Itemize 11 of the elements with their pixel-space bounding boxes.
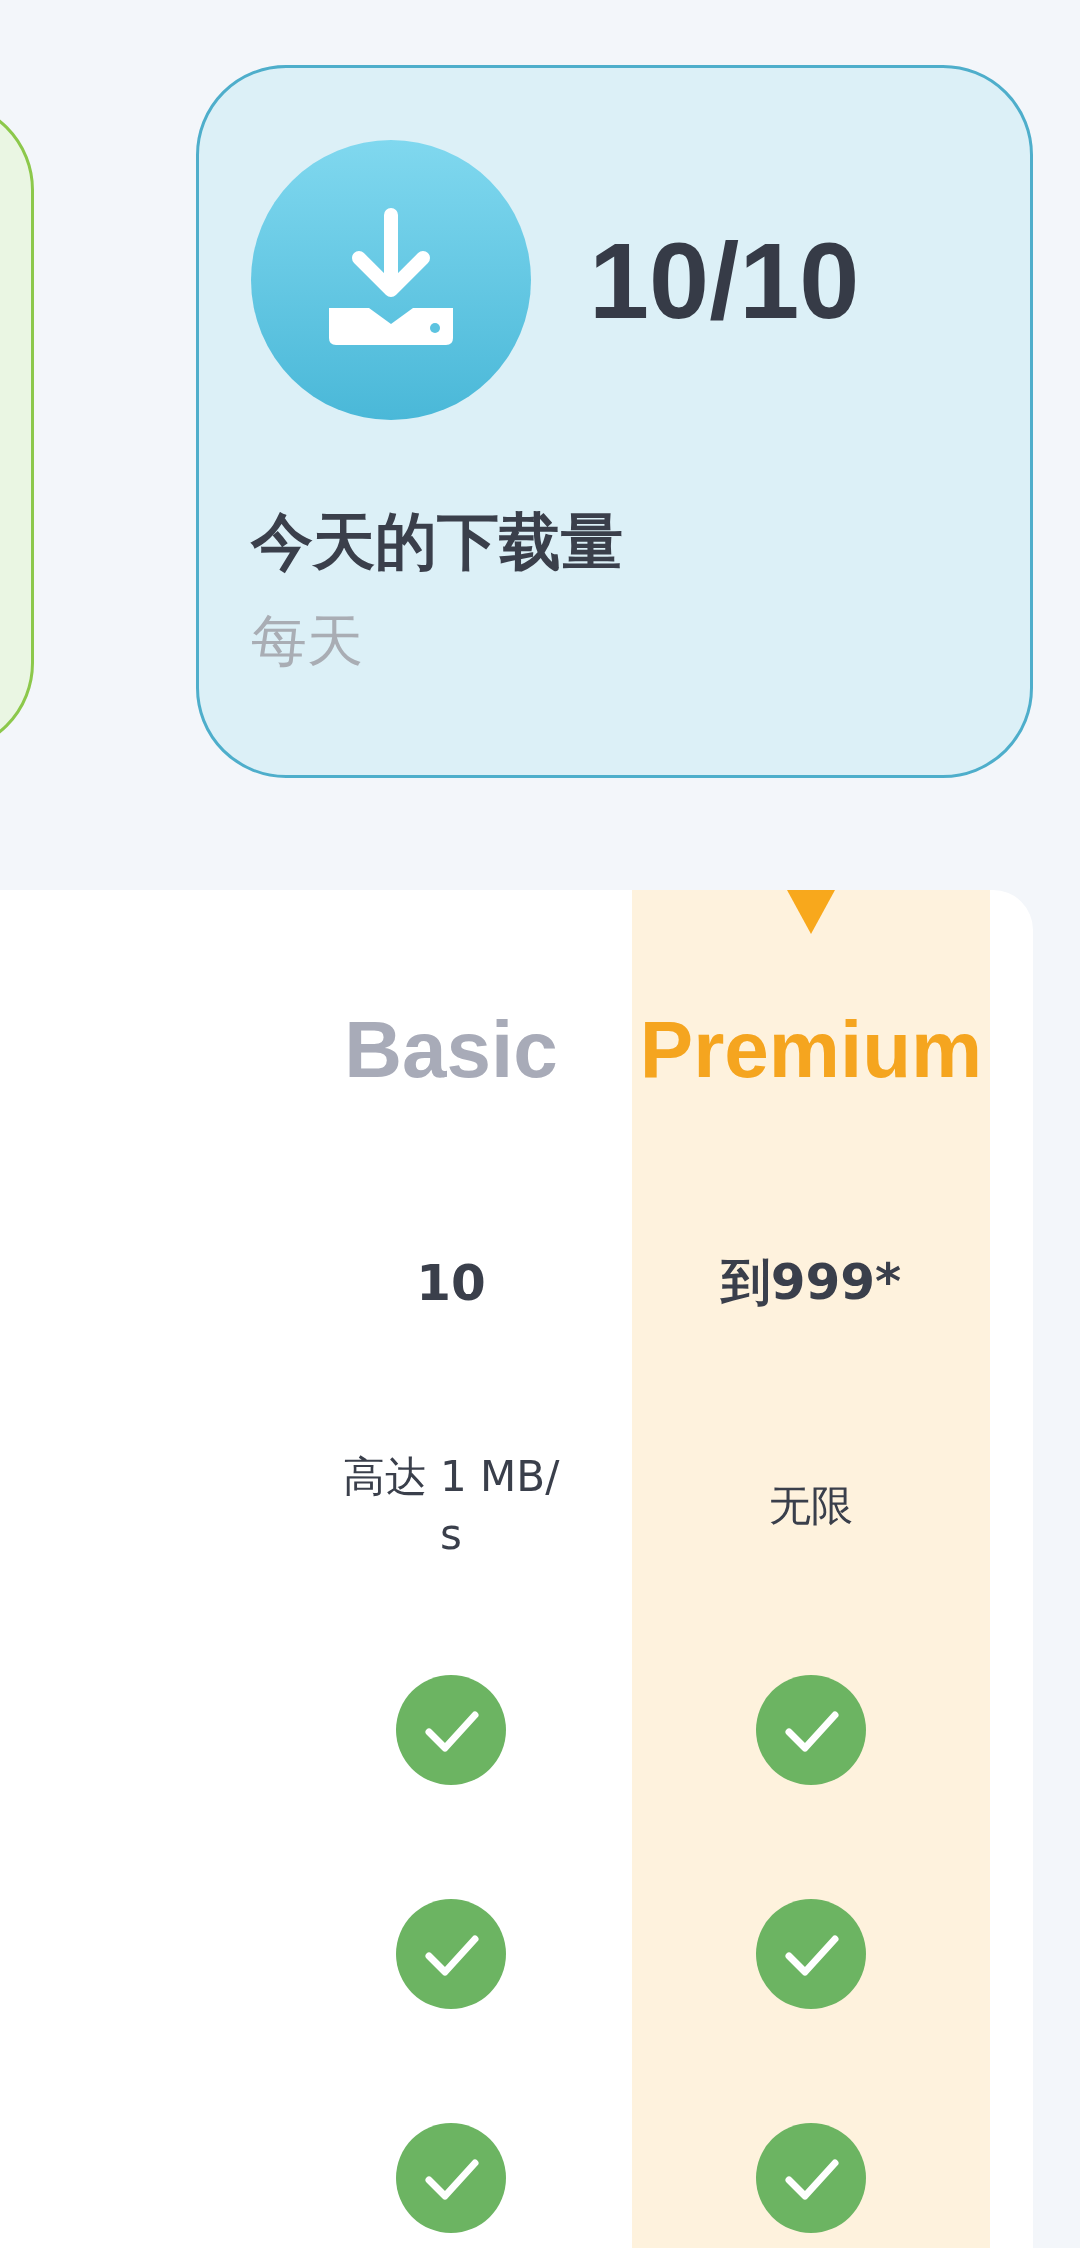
plan-value: 10 [416, 1253, 486, 1312]
download-icon [251, 140, 531, 420]
triangle-marker [787, 890, 835, 934]
plan-name: Premium [639, 1004, 983, 1096]
plan-value: 高达 1 MB/s [341, 1450, 561, 1562]
card-title: 今天的下载量 [251, 504, 623, 580]
plan-value: 到999* [720, 1252, 902, 1314]
plan-name: Basic [344, 1004, 558, 1096]
card-subtitle: 每天 [251, 607, 363, 675]
download-count: 10/10 [589, 218, 860, 343]
plan-value: 无限 [768, 1480, 854, 1533]
